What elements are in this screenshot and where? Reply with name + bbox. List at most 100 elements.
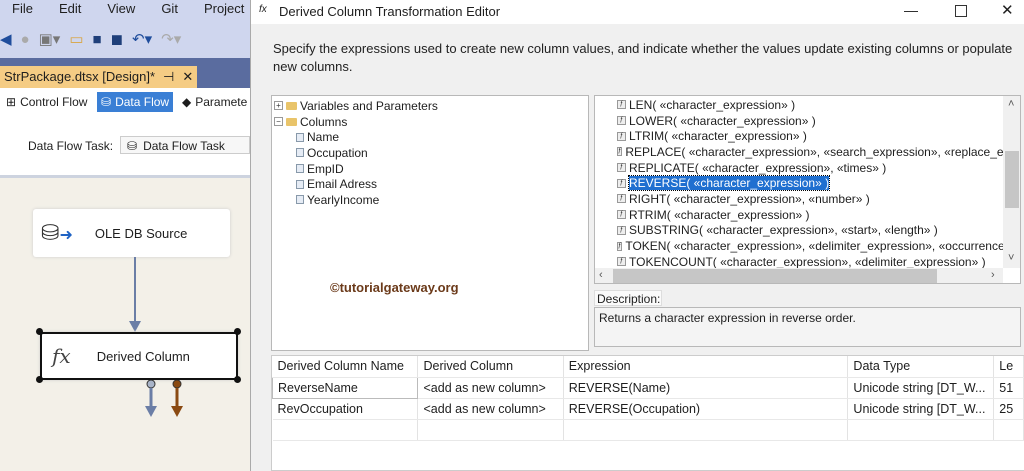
node-label: Columns — [300, 114, 348, 129]
scroll-thumb[interactable] — [613, 269, 937, 283]
cell-derived-column[interactable]: <add as new column> — [417, 377, 564, 399]
menu-git[interactable]: Git — [149, 0, 178, 20]
header-data-type[interactable]: Data Type — [847, 356, 995, 378]
column-icon — [296, 164, 304, 174]
function-icon: ƒ — [617, 131, 626, 141]
save-all-icon[interactable]: ◼ — [111, 30, 123, 48]
collapse-icon[interactable]: − — [274, 117, 283, 127]
function-item[interactable]: ƒ TOKEN( «character_expression», «delimit… — [617, 238, 1003, 254]
save-icon[interactable]: ■ — [93, 31, 102, 48]
tab-label: Data Flow — [115, 95, 170, 109]
document-tab[interactable]: StrPackage.dtsx [Design]* ⊣ ✕ — [0, 66, 197, 88]
tree-node-variables[interactable]: + Variables and Parameters — [274, 98, 588, 114]
function-icon: ƒ — [617, 241, 623, 251]
tab-control-flow[interactable]: ⊞ Control Flow — [2, 92, 91, 112]
scroll-thumb[interactable] — [1005, 151, 1019, 208]
cell-expression[interactable]: REVERSE(Occupation) — [563, 398, 849, 420]
cell-name[interactable]: ReverseName — [271, 376, 419, 399]
function-item[interactable]: ƒ RIGHT( «character_expression», «number»… — [617, 191, 1003, 207]
function-label: TOKENCOUNT( «character_expression», «del… — [629, 254, 986, 269]
function-item[interactable]: ƒ LEN( «character_expression» ) — [617, 97, 1003, 113]
tab-label: Paramete — [195, 95, 248, 109]
resize-handle[interactable] — [234, 376, 241, 383]
tree-column-item[interactable]: EmpID — [274, 161, 588, 177]
resize-handle[interactable] — [234, 328, 241, 335]
control-flow-icon: ⊞ — [6, 95, 17, 109]
function-label: RIGHT( «character_expression», «number» … — [629, 191, 870, 206]
cell-expression[interactable]: REVERSE(Name) — [563, 377, 849, 399]
cell-name[interactable]: RevOccupation — [272, 398, 419, 420]
menu-project[interactable]: Project — [192, 0, 244, 20]
expand-icon[interactable]: + — [274, 101, 283, 111]
cell-derived-column[interactable]: <add as new column> — [417, 398, 564, 420]
function-item[interactable]: ƒ LTRIM( «character_expression» ) — [617, 128, 1003, 144]
description-label: Description: — [594, 290, 662, 306]
maximize-button[interactable] — [955, 5, 967, 17]
header-derived-column-name[interactable]: Derived Column Name — [272, 356, 419, 378]
table-row: RevOccupation <add as new column> REVERS… — [272, 398, 1024, 420]
derived-column-component[interactable]: fx Derived Column — [40, 332, 238, 380]
function-item[interactable]: ƒ RTRIM( «character_expression» ) — [617, 207, 1003, 223]
function-item[interactable]: ƒ LOWER( «character_expression» ) — [617, 113, 1003, 129]
tree-column-item[interactable]: Email Adress — [274, 176, 588, 192]
function-label: REPLICATE( «character_expression», «time… — [629, 160, 887, 175]
tab-parameters[interactable]: ◆ Paramete — [178, 92, 251, 112]
resize-handle[interactable] — [36, 376, 43, 383]
function-item[interactable]: ƒ REPLICATE( «character_expression», «tim… — [617, 160, 1003, 176]
ole-db-source-component[interactable]: ⛁➜ OLE DB Source — [33, 209, 230, 257]
menu-view[interactable]: View — [95, 0, 135, 20]
cell-length[interactable]: 51 — [993, 377, 1024, 399]
function-label: SUBSTRING( «character_expression», «star… — [629, 223, 938, 238]
table-row: ReverseName <add as new column> REVERSE(… — [271, 376, 1024, 399]
undo-icon[interactable]: ↶▾ — [132, 30, 152, 48]
document-well-fill — [197, 66, 250, 88]
vertical-scrollbar[interactable]: ˄ ˅ — [1003, 96, 1020, 268]
grid-table: Derived Column Name Derived Column Expre… — [271, 356, 1024, 441]
scroll-down-icon[interactable]: ˅ — [1008, 252, 1014, 264]
fx-icon: fx — [52, 344, 71, 368]
minimize-button[interactable]: — — [904, 2, 918, 18]
resize-handle[interactable] — [36, 328, 43, 335]
scroll-left-icon[interactable]: ‹ — [599, 269, 603, 281]
close-icon[interactable]: ✕ — [182, 69, 193, 88]
open-icon[interactable]: ▭ — [69, 30, 83, 48]
function-icon: ƒ — [617, 178, 626, 188]
new-project-icon[interactable]: ▣▾ — [39, 30, 61, 48]
cell-data-type[interactable]: Unicode string [DT_W... — [847, 377, 995, 399]
header-expression[interactable]: Expression — [563, 356, 849, 378]
menu-edit[interactable]: Edit — [47, 0, 81, 20]
node-label: Name — [307, 130, 340, 145]
output-arrows[interactable] — [142, 380, 186, 420]
function-item[interactable]: ƒ REVERSE( «character_expression» ) — [617, 175, 1003, 192]
tree-column-item[interactable]: Occupation — [274, 145, 588, 161]
forward-icon[interactable]: ● — [21, 31, 30, 48]
tree-column-item[interactable]: Name — [274, 129, 588, 145]
header-length[interactable]: Le — [993, 356, 1024, 378]
cell-data-type[interactable]: Unicode string [DT_W... — [847, 398, 995, 420]
horizontal-scrollbar[interactable]: ‹ › — [595, 268, 1003, 283]
function-label: TOKEN( «character_expression», «delimite… — [625, 239, 1003, 254]
redo-icon[interactable]: ↷▾ — [161, 30, 181, 48]
function-label: REVERSE( «character_expression» ) — [627, 175, 831, 192]
function-item[interactable]: ƒ REPLACE( «character_expression», «searc… — [617, 144, 1003, 160]
tree-node-columns[interactable]: − Columns — [274, 114, 588, 130]
back-icon[interactable]: ◀ — [0, 30, 12, 48]
cell-length[interactable]: 25 — [993, 398, 1024, 420]
table-row-empty[interactable] — [272, 419, 1024, 441]
header-derived-column[interactable]: Derived Column — [417, 356, 564, 378]
close-button[interactable]: ✕ — [1001, 1, 1014, 19]
function-item[interactable]: ƒ SUBSTRING( «character_expression», «sta… — [617, 223, 1003, 239]
function-icon: ƒ — [617, 163, 626, 173]
scroll-right-icon[interactable]: › — [991, 269, 995, 281]
scroll-up-icon[interactable]: ˄ — [1008, 98, 1014, 110]
toolbar: ◀ ● ▣▾ ▭ ■ ◼ ↶▾ ↷▾ — [0, 20, 250, 58]
function-item[interactable]: ƒ TOKENCOUNT( «character_expression», «de… — [617, 254, 1003, 269]
menu-bar: File Edit View Git Project B — [0, 0, 279, 20]
tree-column-item[interactable]: YearlyIncome — [274, 192, 588, 208]
fx-icon: fx — [259, 4, 267, 15]
function-icon: ƒ — [617, 194, 626, 204]
pin-icon[interactable]: ⊣ — [163, 69, 174, 88]
data-flow-task-select[interactable]: ⛁ Data Flow Task — [120, 136, 250, 154]
tab-data-flow[interactable]: ⛁ Data Flow — [97, 92, 174, 112]
menu-file[interactable]: File — [0, 0, 33, 20]
